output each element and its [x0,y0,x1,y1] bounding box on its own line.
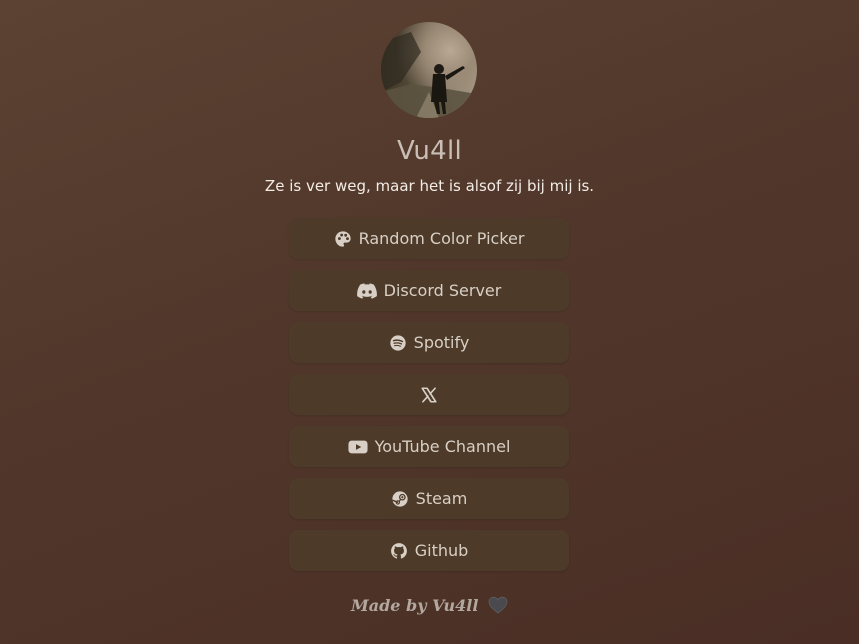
discord-icon [356,282,377,300]
youtube-icon [348,438,368,456]
random-color-picker-button[interactable]: Random Color Picker [289,218,569,259]
link-label: Github [414,541,469,560]
youtube-channel-button[interactable]: YouTube Channel [289,426,569,467]
link-label: Spotify [413,333,470,352]
steam-button[interactable]: Steam [289,478,569,519]
footer-text: Made by Vu4ll [351,596,479,615]
github-icon [390,542,408,560]
link-list: Random Color Picker Discord Server Spoti… [289,218,569,582]
link-label: Random Color Picker [358,229,525,248]
footer: Made by Vu4ll [0,596,859,615]
spotify-button[interactable]: Spotify [289,322,569,363]
profile-bio: Ze is ver weg, maar het is alsof zij bij… [264,177,595,195]
spotify-icon [389,334,407,352]
steam-icon [391,490,409,508]
github-button[interactable]: Github [289,530,569,571]
palette-icon [334,230,352,248]
link-label: Discord Server [383,281,502,300]
discord-server-button[interactable]: Discord Server [289,270,569,311]
link-label: YouTube Channel [374,437,511,456]
profile-username: Vu4ll [397,136,462,166]
link-label: Steam [415,489,468,508]
x-button[interactable] [289,374,569,415]
avatar-photo [381,32,477,118]
profile-avatar [381,22,477,118]
x-icon [420,386,438,404]
heart-icon [488,596,508,614]
